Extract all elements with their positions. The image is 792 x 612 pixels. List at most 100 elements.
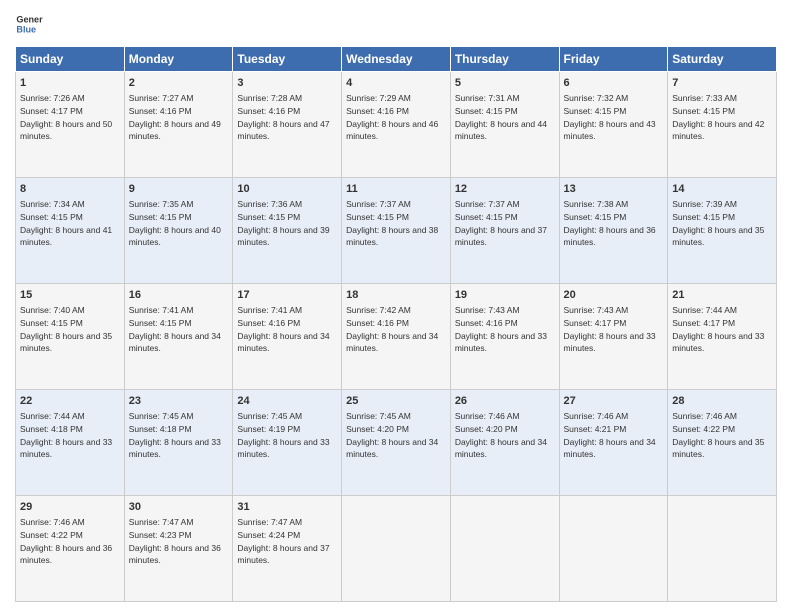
- day-detail: Sunrise: 7:41 AMSunset: 4:16 PMDaylight:…: [237, 305, 329, 353]
- day-number: 24: [237, 394, 337, 409]
- calendar-day-cell: 27 Sunrise: 7:46 AMSunset: 4:21 PMDaylig…: [559, 390, 668, 496]
- calendar-day-cell: 22 Sunrise: 7:44 AMSunset: 4:18 PMDaylig…: [16, 390, 125, 496]
- day-detail: Sunrise: 7:38 AMSunset: 4:15 PMDaylight:…: [564, 199, 656, 247]
- day-detail: Sunrise: 7:42 AMSunset: 4:16 PMDaylight:…: [346, 305, 438, 353]
- calendar-day-cell: 5 Sunrise: 7:31 AMSunset: 4:15 PMDayligh…: [450, 72, 559, 178]
- calendar-week-row: 22 Sunrise: 7:44 AMSunset: 4:18 PMDaylig…: [16, 390, 777, 496]
- calendar-day-cell: [668, 496, 777, 602]
- day-number: 16: [129, 288, 229, 303]
- day-detail: Sunrise: 7:45 AMSunset: 4:19 PMDaylight:…: [237, 411, 329, 459]
- day-number: 11: [346, 182, 446, 197]
- day-number: 15: [20, 288, 120, 303]
- day-number: 9: [129, 182, 229, 197]
- day-number: 10: [237, 182, 337, 197]
- day-detail: Sunrise: 7:39 AMSunset: 4:15 PMDaylight:…: [672, 199, 764, 247]
- day-detail: Sunrise: 7:27 AMSunset: 4:16 PMDaylight:…: [129, 93, 221, 141]
- calendar-day-cell: 20 Sunrise: 7:43 AMSunset: 4:17 PMDaylig…: [559, 284, 668, 390]
- day-detail: Sunrise: 7:43 AMSunset: 4:17 PMDaylight:…: [564, 305, 656, 353]
- day-number: 21: [672, 288, 772, 303]
- day-detail: Sunrise: 7:44 AMSunset: 4:18 PMDaylight:…: [20, 411, 112, 459]
- calendar-week-row: 15 Sunrise: 7:40 AMSunset: 4:15 PMDaylig…: [16, 284, 777, 390]
- day-of-week-header: Sunday: [16, 47, 125, 72]
- day-number: 2: [129, 76, 229, 91]
- calendar-day-cell: 2 Sunrise: 7:27 AMSunset: 4:16 PMDayligh…: [124, 72, 233, 178]
- day-number: 8: [20, 182, 120, 197]
- calendar-day-cell: 3 Sunrise: 7:28 AMSunset: 4:16 PMDayligh…: [233, 72, 342, 178]
- day-detail: Sunrise: 7:35 AMSunset: 4:15 PMDaylight:…: [129, 199, 221, 247]
- day-detail: Sunrise: 7:32 AMSunset: 4:15 PMDaylight:…: [564, 93, 656, 141]
- day-detail: Sunrise: 7:34 AMSunset: 4:15 PMDaylight:…: [20, 199, 112, 247]
- day-detail: Sunrise: 7:45 AMSunset: 4:20 PMDaylight:…: [346, 411, 438, 459]
- day-detail: Sunrise: 7:31 AMSunset: 4:15 PMDaylight:…: [455, 93, 547, 141]
- calendar-day-cell: 9 Sunrise: 7:35 AMSunset: 4:15 PMDayligh…: [124, 178, 233, 284]
- calendar-day-cell: 23 Sunrise: 7:45 AMSunset: 4:18 PMDaylig…: [124, 390, 233, 496]
- day-number: 3: [237, 76, 337, 91]
- day-number: 1: [20, 76, 120, 91]
- day-detail: Sunrise: 7:46 AMSunset: 4:21 PMDaylight:…: [564, 411, 656, 459]
- day-of-week-header: Monday: [124, 47, 233, 72]
- calendar-day-cell: 16 Sunrise: 7:41 AMSunset: 4:15 PMDaylig…: [124, 284, 233, 390]
- day-number: 30: [129, 500, 229, 515]
- calendar-day-cell: 11 Sunrise: 7:37 AMSunset: 4:15 PMDaylig…: [342, 178, 451, 284]
- logo: General Blue: [15, 10, 43, 38]
- calendar-day-cell: 1 Sunrise: 7:26 AMSunset: 4:17 PMDayligh…: [16, 72, 125, 178]
- day-number: 19: [455, 288, 555, 303]
- day-detail: Sunrise: 7:41 AMSunset: 4:15 PMDaylight:…: [129, 305, 221, 353]
- day-detail: Sunrise: 7:47 AMSunset: 4:24 PMDaylight:…: [237, 517, 329, 565]
- day-number: 31: [237, 500, 337, 515]
- calendar-day-cell: [342, 496, 451, 602]
- day-of-week-header: Saturday: [668, 47, 777, 72]
- calendar-day-cell: [450, 496, 559, 602]
- day-detail: Sunrise: 7:28 AMSunset: 4:16 PMDaylight:…: [237, 93, 329, 141]
- day-number: 6: [564, 76, 664, 91]
- calendar-day-cell: 4 Sunrise: 7:29 AMSunset: 4:16 PMDayligh…: [342, 72, 451, 178]
- calendar-day-cell: 19 Sunrise: 7:43 AMSunset: 4:16 PMDaylig…: [450, 284, 559, 390]
- day-of-week-header: Thursday: [450, 47, 559, 72]
- calendar-week-row: 29 Sunrise: 7:46 AMSunset: 4:22 PMDaylig…: [16, 496, 777, 602]
- calendar-day-cell: 18 Sunrise: 7:42 AMSunset: 4:16 PMDaylig…: [342, 284, 451, 390]
- day-number: 20: [564, 288, 664, 303]
- day-number: 12: [455, 182, 555, 197]
- calendar-day-cell: 17 Sunrise: 7:41 AMSunset: 4:16 PMDaylig…: [233, 284, 342, 390]
- day-detail: Sunrise: 7:26 AMSunset: 4:17 PMDaylight:…: [20, 93, 112, 141]
- calendar-day-cell: 26 Sunrise: 7:46 AMSunset: 4:20 PMDaylig…: [450, 390, 559, 496]
- calendar-day-cell: 12 Sunrise: 7:37 AMSunset: 4:15 PMDaylig…: [450, 178, 559, 284]
- day-number: 29: [20, 500, 120, 515]
- day-number: 26: [455, 394, 555, 409]
- svg-text:General: General: [16, 15, 43, 25]
- calendar-day-cell: 8 Sunrise: 7:34 AMSunset: 4:15 PMDayligh…: [16, 178, 125, 284]
- calendar-table: SundayMondayTuesdayWednesdayThursdayFrid…: [15, 46, 777, 602]
- day-detail: Sunrise: 7:43 AMSunset: 4:16 PMDaylight:…: [455, 305, 547, 353]
- calendar-day-cell: 10 Sunrise: 7:36 AMSunset: 4:15 PMDaylig…: [233, 178, 342, 284]
- day-number: 7: [672, 76, 772, 91]
- day-number: 27: [564, 394, 664, 409]
- calendar-header-row: SundayMondayTuesdayWednesdayThursdayFrid…: [16, 47, 777, 72]
- calendar-day-cell: 25 Sunrise: 7:45 AMSunset: 4:20 PMDaylig…: [342, 390, 451, 496]
- day-number: 13: [564, 182, 664, 197]
- day-detail: Sunrise: 7:37 AMSunset: 4:15 PMDaylight:…: [346, 199, 438, 247]
- day-number: 4: [346, 76, 446, 91]
- day-detail: Sunrise: 7:47 AMSunset: 4:23 PMDaylight:…: [129, 517, 221, 565]
- calendar-day-cell: 29 Sunrise: 7:46 AMSunset: 4:22 PMDaylig…: [16, 496, 125, 602]
- day-number: 5: [455, 76, 555, 91]
- day-detail: Sunrise: 7:46 AMSunset: 4:20 PMDaylight:…: [455, 411, 547, 459]
- day-number: 17: [237, 288, 337, 303]
- day-of-week-header: Tuesday: [233, 47, 342, 72]
- calendar-day-cell: 7 Sunrise: 7:33 AMSunset: 4:15 PMDayligh…: [668, 72, 777, 178]
- calendar-day-cell: 28 Sunrise: 7:46 AMSunset: 4:22 PMDaylig…: [668, 390, 777, 496]
- logo-icon: General Blue: [15, 10, 43, 38]
- calendar-day-cell: 13 Sunrise: 7:38 AMSunset: 4:15 PMDaylig…: [559, 178, 668, 284]
- day-of-week-header: Friday: [559, 47, 668, 72]
- day-detail: Sunrise: 7:37 AMSunset: 4:15 PMDaylight:…: [455, 199, 547, 247]
- calendar-day-cell: 14 Sunrise: 7:39 AMSunset: 4:15 PMDaylig…: [668, 178, 777, 284]
- calendar-day-cell: 24 Sunrise: 7:45 AMSunset: 4:19 PMDaylig…: [233, 390, 342, 496]
- day-number: 25: [346, 394, 446, 409]
- day-detail: Sunrise: 7:40 AMSunset: 4:15 PMDaylight:…: [20, 305, 112, 353]
- day-number: 23: [129, 394, 229, 409]
- calendar-day-cell: 6 Sunrise: 7:32 AMSunset: 4:15 PMDayligh…: [559, 72, 668, 178]
- main-container: General Blue SundayMondayTuesdayWednesda…: [0, 0, 792, 612]
- day-detail: Sunrise: 7:29 AMSunset: 4:16 PMDaylight:…: [346, 93, 438, 141]
- calendar-day-cell: 15 Sunrise: 7:40 AMSunset: 4:15 PMDaylig…: [16, 284, 125, 390]
- day-number: 22: [20, 394, 120, 409]
- svg-text:Blue: Blue: [16, 24, 36, 34]
